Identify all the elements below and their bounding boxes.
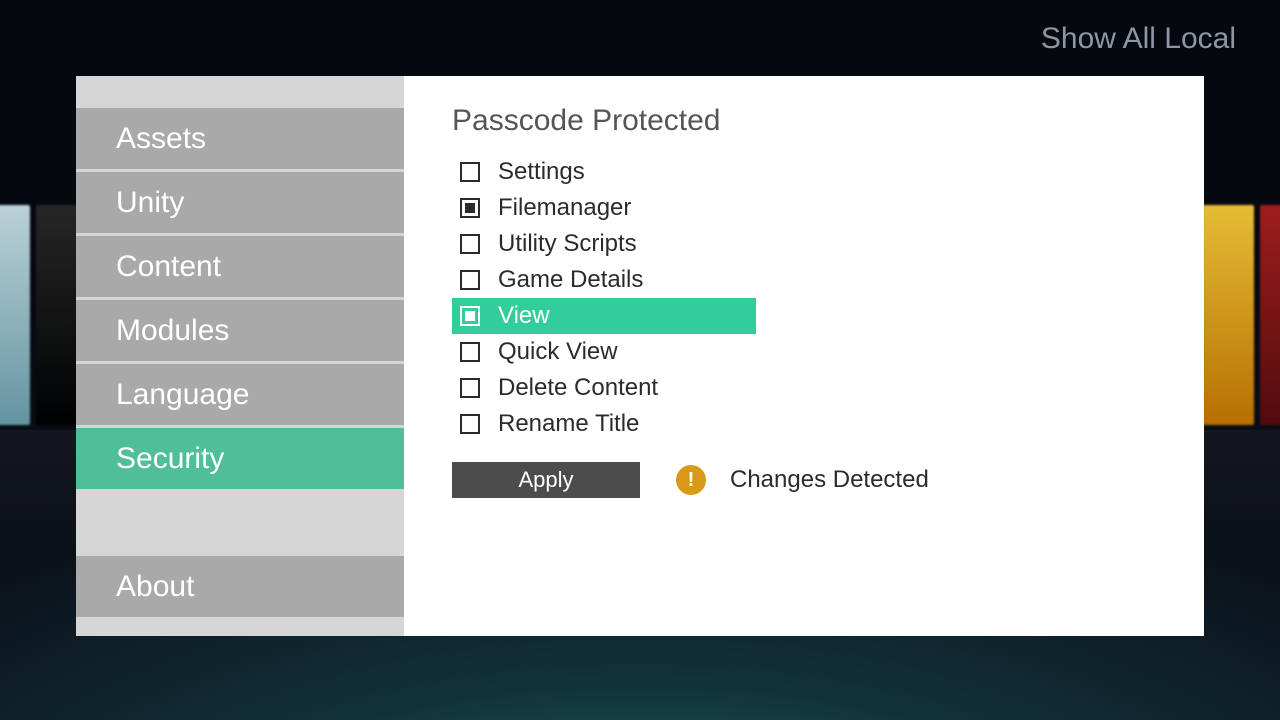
cover-art (1260, 205, 1280, 425)
option-label: Settings (498, 158, 585, 186)
sidebar-item-language[interactable]: Language (76, 364, 404, 428)
option-game-details[interactable]: Game Details (452, 262, 756, 298)
option-label: View (498, 302, 550, 330)
option-label: Game Details (498, 266, 643, 294)
cover-art (0, 205, 30, 425)
option-delete-content[interactable]: Delete Content (452, 370, 756, 406)
sidebar-item-about[interactable]: About (76, 556, 404, 620)
checkbox-icon (460, 414, 480, 434)
passcode-options: Settings Filemanager Utility Scripts Gam… (452, 154, 1156, 442)
option-settings[interactable]: Settings (452, 154, 756, 190)
settings-dialog: Assets Unity Content Modules Language Se… (76, 76, 1204, 636)
checkbox-icon (460, 270, 480, 290)
option-label: Utility Scripts (498, 230, 637, 258)
sidebar-item-label: Security (116, 442, 224, 476)
sidebar-item-label: Unity (116, 186, 184, 220)
apply-button[interactable]: Apply (452, 462, 640, 498)
warning-icon: ! (676, 465, 706, 495)
sidebar-item-label: Content (116, 250, 221, 284)
sidebar-item-modules[interactable]: Modules (76, 300, 404, 364)
filter-label: Show All Local (1041, 22, 1236, 56)
sidebar-item-assets[interactable]: Assets (76, 108, 404, 172)
section-title: Passcode Protected (452, 104, 1156, 138)
settings-content: Passcode Protected Settings Filemanager … (404, 76, 1204, 636)
option-quick-view[interactable]: Quick View (452, 334, 756, 370)
sidebar-item-unity[interactable]: Unity (76, 172, 404, 236)
checkbox-icon (460, 198, 480, 218)
sidebar-item-label: Modules (116, 314, 229, 348)
option-filemanager[interactable]: Filemanager (452, 190, 756, 226)
checkbox-icon (460, 342, 480, 362)
sidebar-item-label: Assets (116, 122, 206, 156)
checkbox-icon (460, 306, 480, 326)
option-label: Rename Title (498, 410, 639, 438)
checkbox-icon (460, 378, 480, 398)
checkbox-icon (460, 162, 480, 182)
action-row: Apply ! Changes Detected (452, 462, 1156, 498)
checkbox-icon (460, 234, 480, 254)
sidebar-item-security[interactable]: Security (76, 428, 404, 492)
settings-sidebar: Assets Unity Content Modules Language Se… (76, 76, 404, 636)
option-view[interactable]: View (452, 298, 756, 334)
sidebar-item-label: Language (116, 378, 249, 412)
sidebar-item-content[interactable]: Content (76, 236, 404, 300)
status-text: Changes Detected (730, 466, 929, 494)
option-label: Filemanager (498, 194, 631, 222)
option-label: Delete Content (498, 374, 658, 402)
option-rename-title[interactable]: Rename Title (452, 406, 756, 442)
option-utility-scripts[interactable]: Utility Scripts (452, 226, 756, 262)
option-label: Quick View (498, 338, 618, 366)
sidebar-item-label: About (116, 570, 194, 604)
